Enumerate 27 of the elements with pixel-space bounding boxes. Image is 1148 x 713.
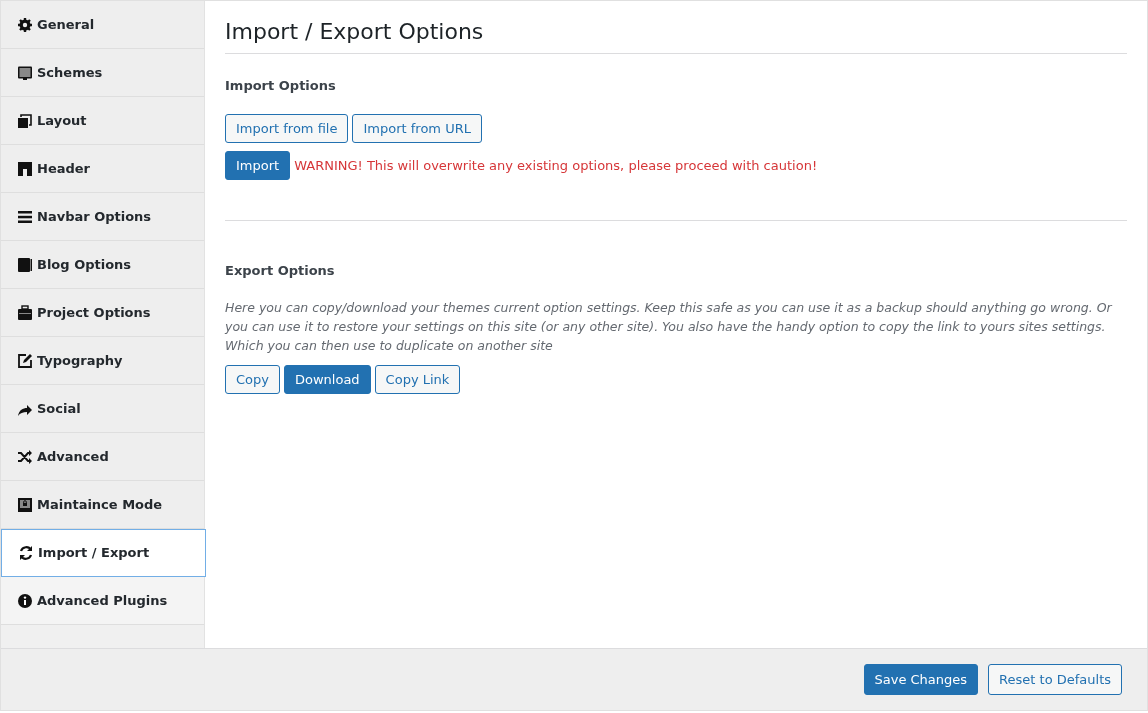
book-icon (17, 256, 33, 273)
import-button[interactable]: Import from URL (352, 113, 482, 143)
briefcase-icon (17, 304, 33, 321)
import-button[interactable]: Import from file (225, 113, 349, 143)
menu-icon (17, 208, 33, 225)
copy-icon (17, 112, 33, 129)
edit-icon (17, 352, 33, 369)
info-icon (17, 592, 33, 609)
description-text: Here you can copy/download your themes current option settings. Keep this safe as you can use it as a backup should anything go wrong. Or you can use it to restore your settings on this site (or any other site). You also have the handy option to copy the link to yours sites settings. Which you can then use to duplicate on another site (225, 299, 1114, 356)
page-title: Import / Export Options (225, 19, 1127, 55)
reset-button[interactable]: Reset to Defaults (988, 664, 1122, 695)
sidebar-item[interactable]: Advanced Plugins (1, 577, 204, 625)
sidebar-item[interactable]: Import / Export (1, 529, 206, 577)
shuffle-icon (17, 448, 33, 465)
warning-text: WARNING! This will overwrite any existing options, please proceed with caution! (294, 156, 818, 175)
download-button[interactable]: Download (284, 365, 371, 395)
refresh-icon (18, 545, 34, 561)
import-button[interactable]: Import (225, 150, 291, 180)
monitor-icon (17, 64, 33, 81)
bookmark-icon (17, 160, 33, 177)
save-button[interactable]: Save Changes (863, 664, 979, 695)
section-heading: Export Options (225, 261, 336, 280)
section-heading: Import Options (225, 77, 337, 96)
gear-icon (17, 16, 33, 33)
copy-link-button[interactable]: Copy Link (374, 365, 461, 395)
copy-button[interactable]: Copy (225, 365, 280, 395)
lock-screen-icon (17, 496, 33, 513)
